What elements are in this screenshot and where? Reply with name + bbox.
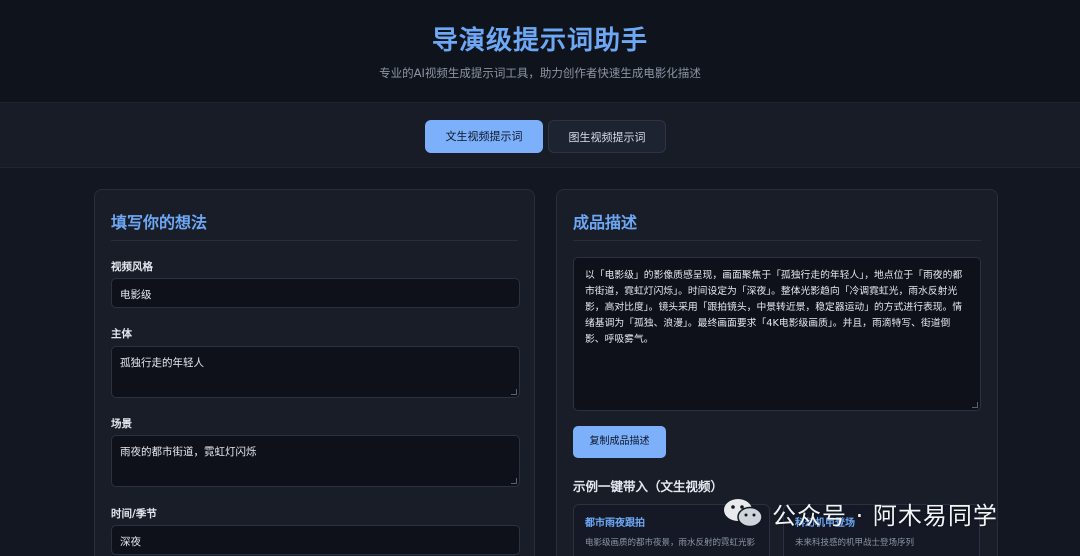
divider <box>573 240 981 241</box>
scene-label: 场景 <box>111 418 132 430</box>
subject-value: 孤独行走的年轻人 <box>120 357 204 369</box>
app-subtitle: 专业的AI视频生成提示词工具，助力创作者快速生成电影化描述 <box>379 66 701 80</box>
tab-bar: 文生视频提示词 图生视频提示词 <box>0 102 1080 168</box>
divider <box>111 240 518 241</box>
watermark-text: 公众号 · 阿木易同学 <box>772 501 998 530</box>
resize-handle[interactable] <box>511 478 517 484</box>
copy-description-button[interactable]: 复制成品描述 <box>573 426 666 458</box>
example-desc: 电影级画质的都市夜景，雨水反射的霓虹光影 <box>585 538 756 548</box>
examples-title: 示例一键带入（文生视频） <box>573 479 724 494</box>
style-label: 视频风格 <box>111 261 153 273</box>
panel-title: 填写你的想法 <box>111 213 208 232</box>
style-input[interactable]: 电影级 <box>111 278 520 308</box>
idea-input-panel: 填写你的想法 视频风格 电影级 主体 孤独行走的年轻人 场景 雨夜的都市街道，霓… <box>94 189 535 556</box>
app-header: 导演级提示词助手 专业的AI视频生成提示词工具，助力创作者快速生成电影化描述 <box>0 0 1080 102</box>
time-season-label: 时间/季节 <box>111 508 157 520</box>
subject-textarea[interactable]: 孤独行走的年轻人 <box>111 346 520 398</box>
output-text: 以「电影级」的影像质感呈现，画面聚焦于「孤独行走的年轻人」，地点位于「雨夜的都市… <box>585 270 963 345</box>
resize-handle[interactable] <box>511 389 517 395</box>
tab-image-to-video[interactable]: 图生视频提示词 <box>548 120 666 153</box>
watermark: 公众号 · 阿木易同学 <box>722 493 998 533</box>
subject-label: 主体 <box>111 328 132 340</box>
example-desc: 未来科技感的机甲战士登场序列 <box>795 538 915 548</box>
scene-value: 雨夜的都市街道，霓虹灯闪烁 <box>120 446 257 458</box>
tab-text-to-video[interactable]: 文生视频提示词 <box>425 120 543 153</box>
output-textarea[interactable]: 以「电影级」的影像质感呈现，画面聚焦于「孤独行走的年轻人」，地点位于「雨夜的都市… <box>573 257 981 411</box>
wechat-icon <box>722 496 764 530</box>
panel-title: 成品描述 <box>573 213 638 232</box>
time-season-input[interactable]: 深夜 <box>111 525 520 555</box>
app-title: 导演级提示词助手 <box>431 26 648 56</box>
resize-handle[interactable] <box>972 402 978 408</box>
scene-textarea[interactable]: 雨夜的都市街道，霓虹灯闪烁 <box>111 435 520 487</box>
